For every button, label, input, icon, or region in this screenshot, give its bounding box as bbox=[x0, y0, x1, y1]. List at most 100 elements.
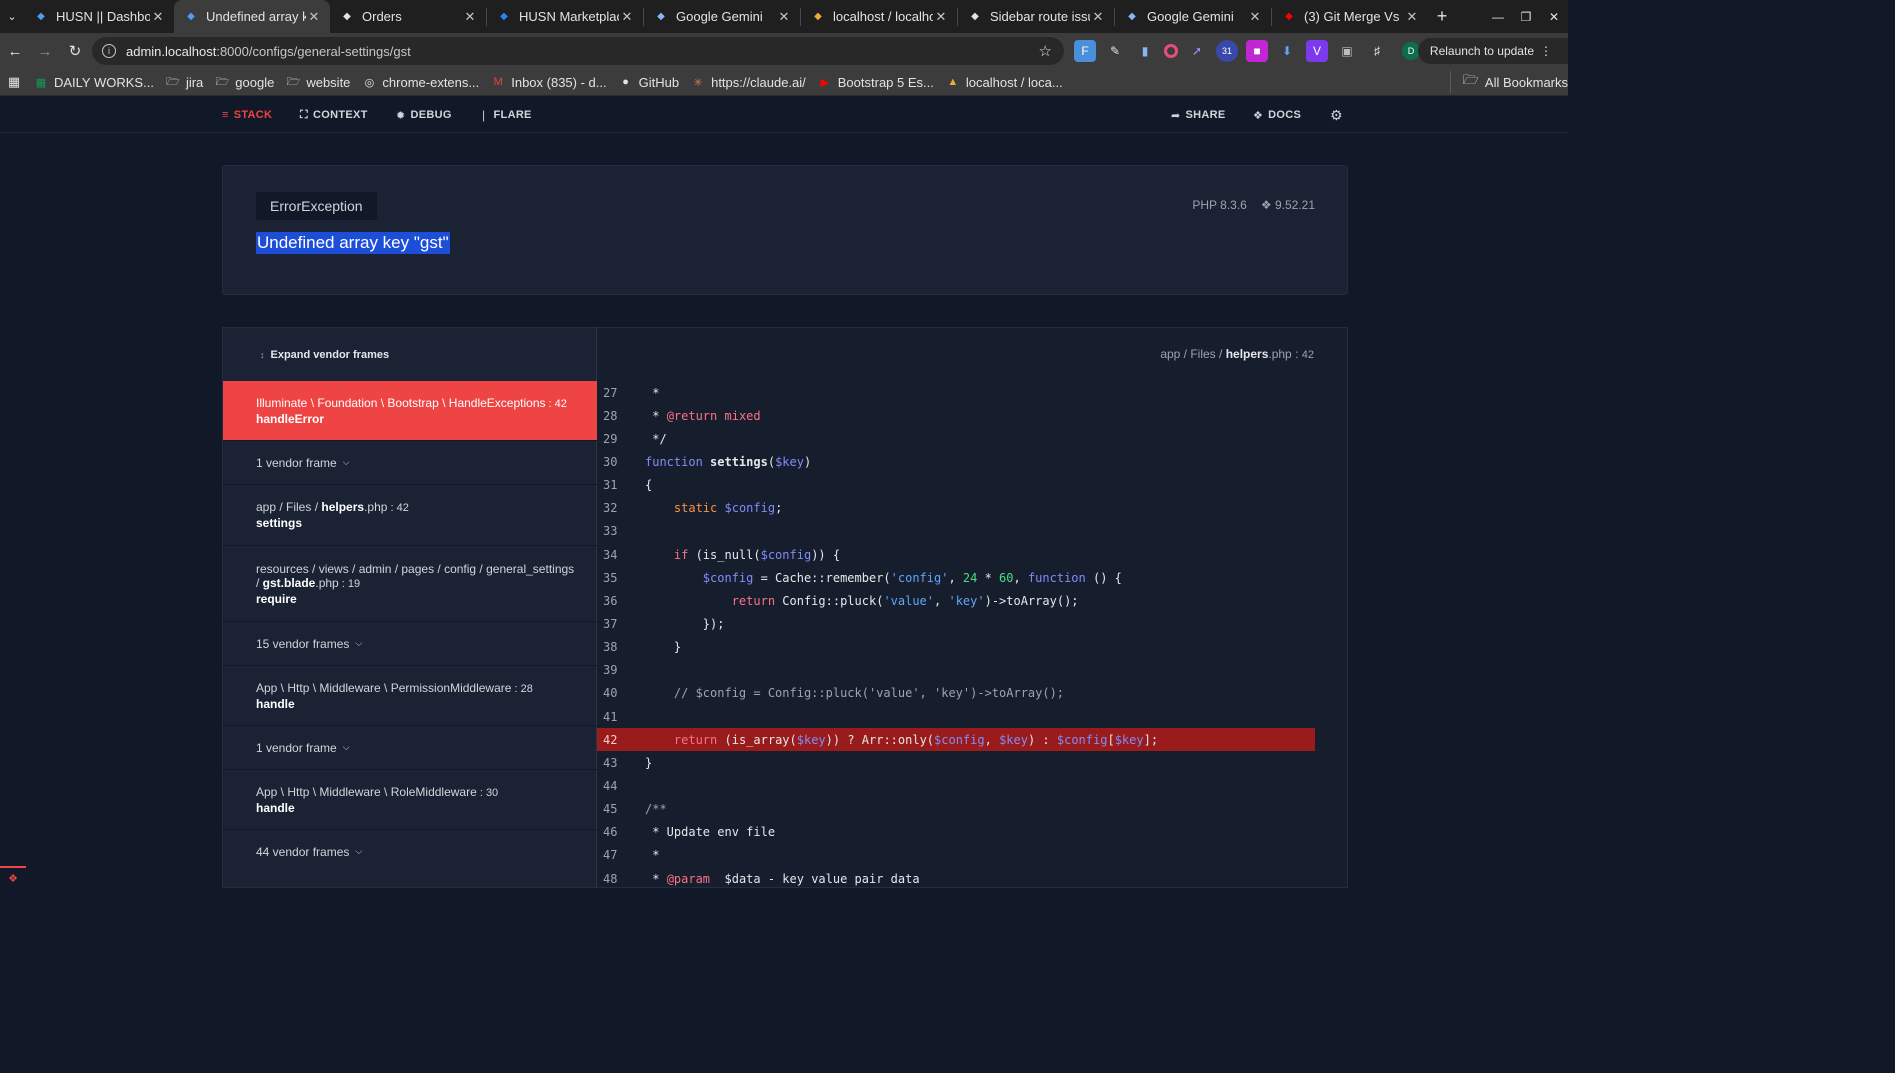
maximize-icon[interactable]: ❐ bbox=[1512, 10, 1540, 24]
puzzle-icon[interactable]: ♯ bbox=[1366, 40, 1388, 62]
browser-tab[interactable]: ◆ Undefined array key✕ bbox=[174, 0, 330, 33]
forward-icon[interactable]: → bbox=[30, 43, 60, 60]
close-tab-icon[interactable]: ✕ bbox=[150, 9, 166, 25]
code-line[interactable]: 40 // $config = Config::pluck('value', '… bbox=[597, 682, 1315, 705]
vendor-frames-toggle[interactable]: 15 vendor frames ⌵ bbox=[223, 621, 598, 665]
code-line[interactable]: 35 $config = Cache::remember('config', 2… bbox=[597, 566, 1315, 589]
browser-tab[interactable]: ◆ Sidebar route issue✕ bbox=[958, 0, 1114, 33]
browser-tab[interactable]: ◆ (3) Git Merge Vs Rebase✕ bbox=[1272, 0, 1428, 33]
close-tab-icon[interactable]: ✕ bbox=[1090, 9, 1106, 25]
stack-frame[interactable]: Illuminate \ Foundation \ Bootstrap \ Ha… bbox=[223, 381, 598, 440]
nav-docs[interactable]: ❖ DOCS bbox=[1253, 97, 1301, 133]
code-line[interactable]: 48 * @param $data - key value pair data bbox=[597, 867, 1315, 887]
tab-search-icon[interactable]: ⌄ bbox=[0, 0, 24, 33]
line-number[interactable]: 44 bbox=[597, 779, 645, 793]
code-line[interactable]: 27 * bbox=[597, 381, 1315, 404]
line-number[interactable]: 47 bbox=[597, 848, 645, 862]
line-number[interactable]: 40 bbox=[597, 686, 645, 700]
line-number[interactable]: 48 bbox=[597, 872, 645, 886]
browser-tab[interactable]: ◆ localhost / localhost✕ bbox=[801, 0, 957, 33]
code-line[interactable]: 31{ bbox=[597, 474, 1315, 497]
bookmark-item[interactable]: ▶ Bootstrap 5 Es... bbox=[812, 75, 940, 90]
calendar-extension-icon[interactable]: 31 bbox=[1216, 40, 1238, 62]
code-line[interactable]: 32 static $config; bbox=[597, 497, 1315, 520]
line-number[interactable]: 35 bbox=[597, 571, 645, 585]
close-tab-icon[interactable]: ✕ bbox=[933, 9, 949, 25]
apps-grid-icon[interactable]: ▦ bbox=[0, 74, 28, 90]
back-icon[interactable]: ← bbox=[0, 43, 30, 60]
line-number[interactable]: 37 bbox=[597, 617, 645, 631]
new-tab-button[interactable]: + bbox=[1428, 6, 1456, 27]
stack-frame[interactable]: App \ Http \ Middleware \ RoleMiddleware… bbox=[223, 769, 598, 829]
close-tab-icon[interactable]: ✕ bbox=[1247, 9, 1263, 25]
extension-icon[interactable]: F bbox=[1074, 40, 1096, 62]
code-line[interactable]: 33 bbox=[597, 520, 1315, 543]
minimize-icon[interactable]: — bbox=[1484, 10, 1512, 24]
code-line[interactable]: 28 * @return mixed bbox=[597, 404, 1315, 427]
reload-icon[interactable]: ↻ bbox=[60, 42, 90, 60]
file-path[interactable]: app / Files / helpers.php : 42 bbox=[1160, 347, 1314, 361]
bookmark-item[interactable]: ▲ localhost / loca... bbox=[940, 75, 1069, 90]
code-line[interactable]: 29 */ bbox=[597, 427, 1315, 450]
vendor-frames-toggle[interactable]: 1 vendor frame ⌵ bbox=[223, 725, 598, 769]
line-number[interactable]: 28 bbox=[597, 409, 645, 423]
nav-stack[interactable]: ≡ STACK bbox=[222, 97, 272, 133]
color-picker-icon[interactable]: ✎ bbox=[1104, 40, 1126, 62]
close-tab-icon[interactable]: ✕ bbox=[462, 9, 478, 25]
bookmark-item[interactable]: ● GitHub bbox=[613, 75, 685, 90]
expand-vendor-frames-button[interactable]: ↕ Expand vendor frames bbox=[223, 328, 598, 381]
line-number[interactable]: 29 bbox=[597, 432, 645, 446]
line-number[interactable]: 39 bbox=[597, 663, 645, 677]
relaunch-button[interactable]: Relaunch to update ⋮ bbox=[1417, 38, 1568, 64]
settings-gear-icon[interactable]: ⚙ bbox=[1330, 97, 1343, 133]
extension-icon[interactable] bbox=[1164, 44, 1178, 58]
code-line[interactable]: 36 return Config::pluck('value', 'key')-… bbox=[597, 589, 1315, 612]
line-number[interactable]: 43 bbox=[597, 756, 645, 770]
extension-icon[interactable]: ▮ bbox=[1134, 40, 1156, 62]
bookmark-item[interactable]: ▦ DAILY WORKS... bbox=[28, 75, 160, 90]
code-line[interactable]: 41 bbox=[597, 705, 1315, 728]
line-number[interactable]: 38 bbox=[597, 640, 645, 654]
bookmark-item[interactable]: 🗁 jira bbox=[160, 75, 209, 90]
extension-icon[interactable]: ➚ bbox=[1186, 40, 1208, 62]
line-number[interactable]: 46 bbox=[597, 825, 645, 839]
line-number[interactable]: 34 bbox=[597, 548, 645, 562]
bookmark-item[interactable]: M Inbox (835) - d... bbox=[485, 75, 612, 90]
code-line[interactable]: 43} bbox=[597, 751, 1315, 774]
vendor-frames-toggle[interactable]: 44 vendor frames ⌵ bbox=[223, 829, 598, 873]
laravel-logo-icon[interactable]: ❖ bbox=[0, 866, 26, 888]
extension-icon[interactable]: ■ bbox=[1246, 40, 1268, 62]
vendor-frames-toggle[interactable]: 1 vendor frame ⌵ bbox=[223, 440, 598, 484]
close-tab-icon[interactable]: ✕ bbox=[619, 9, 635, 25]
browser-tab[interactable]: ◆ Orders ✕ bbox=[330, 0, 486, 33]
highlighted-code-line[interactable]: 42 return (is_array($key)) ? Arr::only($… bbox=[597, 728, 1315, 752]
bookmark-item[interactable]: ◎ chrome-extens... bbox=[356, 75, 485, 90]
code-line[interactable]: 44 bbox=[597, 774, 1315, 797]
line-number[interactable]: 41 bbox=[597, 710, 645, 724]
code-line[interactable]: 47 * bbox=[597, 844, 1315, 867]
close-window-icon[interactable]: ✕ bbox=[1540, 10, 1568, 24]
bookmark-item[interactable]: ✳ https://claude.ai/ bbox=[685, 75, 812, 90]
browser-tab[interactable]: ◆ Google Gemini ✕ bbox=[1115, 0, 1271, 33]
nav-context[interactable]: ⛶ CONTEXT bbox=[300, 97, 368, 133]
code-line[interactable]: 46 * Update env file bbox=[597, 821, 1315, 844]
code-line[interactable]: 30 function settings($key) bbox=[597, 450, 1315, 473]
line-number[interactable]: 36 bbox=[597, 594, 645, 608]
bookmark-star-icon[interactable]: ☆ bbox=[1039, 42, 1052, 60]
extension-icon[interactable]: V bbox=[1306, 40, 1328, 62]
close-tab-icon[interactable]: ✕ bbox=[776, 9, 792, 25]
more-menu-icon[interactable]: ⋮ bbox=[1540, 44, 1552, 58]
code-line[interactable]: 45/** bbox=[597, 798, 1315, 821]
bookmark-item[interactable]: 🗁 website bbox=[280, 75, 356, 90]
code-line[interactable]: 37 }); bbox=[597, 612, 1315, 635]
line-number[interactable]: 32 bbox=[597, 501, 645, 515]
browser-tab[interactable]: ◆ HUSN || Dashboard✕ bbox=[24, 0, 174, 33]
line-number[interactable]: 31 bbox=[597, 478, 645, 492]
stack-frame[interactable]: App \ Http \ Middleware \ PermissionMidd… bbox=[223, 665, 598, 725]
address-bar[interactable]: i admin.localhost:8000/configs/general-s… bbox=[92, 37, 1064, 65]
stack-frame[interactable]: app / Files / helpers.php : 42 settings bbox=[223, 484, 598, 545]
download-icon[interactable]: ⬇ bbox=[1276, 40, 1298, 62]
line-number[interactable]: 45 bbox=[597, 802, 645, 816]
line-number[interactable]: 33 bbox=[597, 524, 645, 538]
line-number[interactable]: 42 bbox=[597, 733, 645, 747]
